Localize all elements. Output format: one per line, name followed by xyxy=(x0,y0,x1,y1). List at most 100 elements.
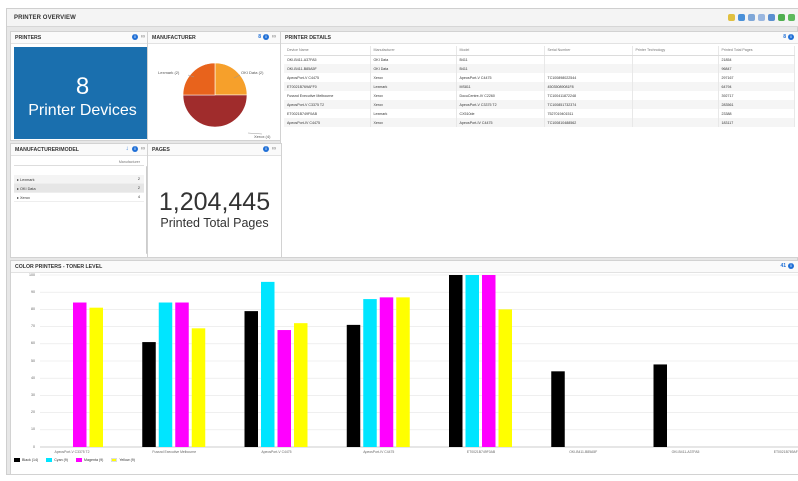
table-cell: 23388 xyxy=(718,109,795,118)
table-cell: Lexmark xyxy=(370,82,457,91)
table-row[interactable]: ET0021B749F0AB Lexmark CX510de 752701940151… xyxy=(284,109,795,118)
table-cell: Xerox xyxy=(370,100,457,109)
table-cell: OKI-B411-B85A5F xyxy=(284,64,371,73)
link-icon[interactable]: ∞ xyxy=(140,146,146,152)
info-icon[interactable]: i xyxy=(788,34,794,40)
tree-row[interactable]: ▸ OKI Data 2 xyxy=(14,184,144,193)
column-header[interactable]: Serial Number xyxy=(544,46,633,56)
panel-title: PAGES xyxy=(152,147,170,153)
column-header[interactable]: Printed Total Pages xyxy=(718,46,795,56)
column-header[interactable]: Device Name xyxy=(284,46,371,56)
table-cell: ApeosPort-V C4475 xyxy=(456,73,545,82)
manufacturer-model-panel: MANUFACTURER/MODEL ↓ i ∞ Manufacturer ▸ Le… xyxy=(10,143,151,258)
table-cell: 183117 xyxy=(718,118,795,127)
table-row[interactable]: ApeosPort-IV C4475 Xerox ApeosPort-IV C447… xyxy=(284,118,795,127)
table-cell: 283561 xyxy=(718,100,795,109)
grid-icon[interactable] xyxy=(768,14,775,21)
tree-row[interactable]: ▸ Lexmark 2 xyxy=(14,175,144,184)
printer-details-panel: PRINTER DETAILS 8i Device Name Manufactu… xyxy=(280,31,798,258)
export-icon[interactable] xyxy=(778,14,785,21)
tree-row-count: 2 xyxy=(137,186,140,190)
table-row[interactable]: OKI-B411-A37FA5 OKI Data B411 21854 xyxy=(284,55,795,64)
chart-icon[interactable] xyxy=(758,14,765,21)
info-icon[interactable]: i xyxy=(788,263,794,269)
printers-panel: PRINTERS i ∞ 8 Printer Devices xyxy=(10,31,151,141)
table-cell xyxy=(632,91,719,100)
printer-count-label: Printer Devices xyxy=(28,102,137,119)
printer-count-tile[interactable]: 8 Printer Devices xyxy=(14,47,151,139)
table-cell: 64794 xyxy=(718,82,795,91)
pages-panel: PAGES i ∞ 1,204,445 Printed Total Pages xyxy=(147,143,282,258)
column-header[interactable]: Model xyxy=(456,46,545,56)
table-cell: ET0021B749F0AB xyxy=(284,109,371,118)
pages-total-label: Printed Total Pages xyxy=(160,216,269,230)
manufacturer-panel-header: MANUFACTURER 8 i ∞ xyxy=(148,32,281,44)
header-toolbar xyxy=(728,14,795,21)
manufacturer-panel: MANUFACTURER 8 i ∞ Lexmark (2) OKI Data (2… xyxy=(147,31,282,141)
panel-title: PRINTER DETAILS xyxy=(285,35,332,41)
gear-icon[interactable] xyxy=(728,14,735,21)
pie-slice[interactable] xyxy=(182,94,248,128)
column-header[interactable]: Manufacturer xyxy=(119,160,140,164)
pie-slice[interactable] xyxy=(182,62,216,96)
share-icon[interactable] xyxy=(788,14,795,21)
tree-row-count: 4 xyxy=(137,195,140,199)
info-icon[interactable]: i xyxy=(263,146,269,152)
panel-title: MANUFACTURER/MODEL xyxy=(15,147,79,153)
dashboard-frame: PRINTER OVERVIEW PRINTERS i ∞ 8 Printer D… xyxy=(6,8,798,475)
info-icon[interactable]: i xyxy=(263,34,269,40)
legend-item[interactable]: Black (14) xyxy=(14,458,38,462)
dashboard-title: PRINTER OVERVIEW xyxy=(14,15,76,21)
count-badge: 41 xyxy=(780,263,786,269)
link-icon[interactable]: ∞ xyxy=(271,146,277,152)
table-cell xyxy=(632,73,719,82)
pie-label-lexmark: Lexmark (2) xyxy=(158,70,180,75)
table-cell: OKI Data xyxy=(370,64,457,73)
table-row[interactable]: ApeosPort-V C4475 Xerox ApeosPort-V C4475 T… xyxy=(284,73,795,82)
tree-row-label: ▸ Lexmark xyxy=(17,178,35,182)
table-cell: Xerox xyxy=(370,73,457,82)
table-row[interactable]: ET0021B769AFF0 Lexmark MS811 45035089081F8 6… xyxy=(284,82,795,91)
table-row[interactable]: Fussnd Executive Melbourne Xerox DocuCentr… xyxy=(284,91,795,100)
table-cell: TC100851732374 xyxy=(544,100,633,109)
sort-icon[interactable]: ↓ xyxy=(124,146,130,152)
table-header-row: Device Name Manufacturer Model Serial Nu… xyxy=(284,46,795,56)
pie-slice[interactable] xyxy=(214,62,248,96)
column-header[interactable]: Printer Technology xyxy=(632,46,719,56)
legend-item[interactable]: Cyan (9) xyxy=(46,458,68,462)
tree-row[interactable]: ▸ Xerox 4 xyxy=(14,193,144,202)
info-icon[interactable]: i xyxy=(132,34,138,40)
link-icon[interactable]: ∞ xyxy=(140,34,146,40)
table-row[interactable]: ApeosPort-V C3375 T2 Xerox ApeosPort-V C33… xyxy=(284,100,795,109)
dashboard-header: PRINTER OVERVIEW xyxy=(7,9,798,27)
refresh-icon[interactable] xyxy=(738,14,745,21)
panel-title: PRINTERS xyxy=(15,35,42,41)
legend-item[interactable]: Yellow (9) xyxy=(111,458,135,462)
filter-icon[interactable] xyxy=(748,14,755,21)
info-icon[interactable]: i xyxy=(132,146,138,152)
toner-level-panel-header: COLOR PRINTERS - TONER LEVEL 41 i xyxy=(11,261,798,273)
table-cell xyxy=(632,100,719,109)
table-cell: B411 xyxy=(456,64,545,73)
table-cell: Lexmark xyxy=(370,109,457,118)
model-table-header: Manufacturer xyxy=(14,158,144,166)
pages-panel-header: PAGES i ∞ xyxy=(148,144,281,156)
table-row[interactable]: OKI-B411-B85A5F OKI Data B411 96847 xyxy=(284,64,795,73)
table-cell xyxy=(544,55,633,64)
table-cell xyxy=(632,82,719,91)
legend-item[interactable]: Magenta (9) xyxy=(75,458,103,462)
table-cell xyxy=(632,109,719,118)
table-cell: OKI-B411-A37FA5 xyxy=(284,55,371,64)
link-icon[interactable]: ∞ xyxy=(271,34,277,40)
table-cell: 392717 xyxy=(718,91,795,100)
printer-count: 8 xyxy=(75,73,90,100)
table-cell: DocuCentre-IV C2260 xyxy=(456,91,545,100)
column-header[interactable]: Manufacturer xyxy=(370,46,457,56)
printer-details-panel-header: PRINTER DETAILS 8i xyxy=(281,32,798,44)
table-cell: TC100898022544 xyxy=(544,73,633,82)
table-cell: ApeosPort-IV C4475 xyxy=(456,118,545,127)
table-cell: Fussnd Executive Melbourne xyxy=(284,91,371,100)
pie-label-xerox: Xerox (4) xyxy=(254,134,271,139)
manufacturer-pie-chart[interactable] xyxy=(148,45,283,141)
table-cell: ApeosPort-V C3375 T2 xyxy=(284,100,371,109)
